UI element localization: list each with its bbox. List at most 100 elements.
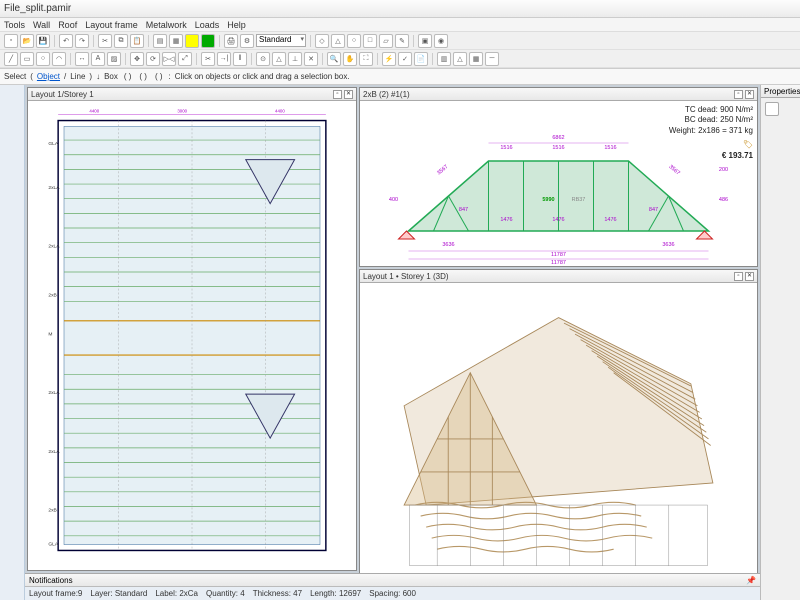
truss-icon[interactable]: △	[453, 52, 467, 66]
3d-icon[interactable]: ▣	[418, 34, 432, 48]
scale-icon[interactable]: ⤢	[178, 52, 192, 66]
svg-text:3636: 3636	[662, 242, 674, 248]
menu-metalwork[interactable]: Metalwork	[146, 20, 187, 30]
toolbar-row-1: ▫ 📂 💾 ↶ ↷ ✂ ⧉ 📋 ▤ ▦ 🖨 ⚙ Standard ◇ △ ○ □…	[0, 32, 800, 50]
tool-f-icon[interactable]: ✎	[395, 34, 409, 48]
pin-icon[interactable]: 📌	[746, 576, 756, 585]
3d-title: Layout 1 • Storey 1 (3D)	[363, 272, 449, 281]
toolbars: ▫ 📂 💾 ↶ ↷ ✂ ⧉ 📋 ▤ ▦ 🖨 ⚙ Standard ◇ △ ○ □…	[0, 32, 800, 69]
zoom-icon[interactable]: 🔍	[327, 52, 341, 66]
arc-icon[interactable]: ◠	[52, 52, 66, 66]
snap-perp-icon[interactable]: ⊥	[288, 52, 302, 66]
menu-wall[interactable]: Wall	[33, 20, 50, 30]
report-icon[interactable]: 📄	[414, 52, 428, 66]
truss-canvas[interactable]: TC dead: 900 N/m² BC dead: 250 N/m² Weig…	[360, 101, 757, 266]
select-box[interactable]: Box	[104, 72, 118, 81]
maximize-icon[interactable]: ▫	[734, 90, 743, 99]
layer-combo[interactable]: Standard	[256, 34, 306, 47]
menu-layout-frame[interactable]: Layout frame	[85, 20, 138, 30]
close-icon[interactable]: ✕	[745, 272, 754, 281]
svg-text:2xLA: 2xLA	[48, 244, 60, 250]
menu-help[interactable]: Help	[227, 20, 246, 30]
plan-canvas[interactable]: GLA2xLA 2xLA2xB M2xLA 2xLA2xB GLA 440030…	[28, 101, 356, 570]
tool-b-icon[interactable]: △	[331, 34, 345, 48]
view-icon[interactable]: ◉	[434, 34, 448, 48]
filter-icon[interactable]	[765, 102, 779, 116]
select-opt3[interactable]: ( )	[153, 72, 165, 81]
tool-d-icon[interactable]: □	[363, 34, 377, 48]
check-icon[interactable]: ✓	[398, 52, 412, 66]
svg-text:5990: 5990	[542, 197, 554, 203]
menu-loads[interactable]: Loads	[195, 20, 220, 30]
select-opt2[interactable]: ( )	[137, 72, 149, 81]
truss-info: TC dead: 900 N/m² BC dead: 250 N/m² Weig…	[669, 105, 753, 161]
left-panel[interactable]	[0, 85, 25, 600]
dim-icon[interactable]: ↔	[75, 52, 89, 66]
tool-e-icon[interactable]: ▱	[379, 34, 393, 48]
undo-icon[interactable]: ↶	[59, 34, 73, 48]
line-icon[interactable]: ╱	[4, 52, 18, 66]
viewport-3d[interactable]: Layout 1 • Storey 1 (3D) ▫ ✕	[359, 269, 758, 573]
paste-icon[interactable]: 📋	[130, 34, 144, 48]
frame-icon[interactable]: ▦	[469, 52, 483, 66]
snap-mid-icon[interactable]: △	[272, 52, 286, 66]
close-icon[interactable]: ✕	[745, 90, 754, 99]
menu-tools[interactable]: Tools	[4, 20, 25, 30]
member-icon[interactable]: ─	[485, 52, 499, 66]
copy-icon[interactable]: ⧉	[114, 34, 128, 48]
svg-text:2xB: 2xB	[48, 292, 56, 298]
main-area: Layout 1/Storey 1 ▫ ✕	[0, 85, 800, 600]
text-icon[interactable]: A	[91, 52, 105, 66]
svg-text:847: 847	[649, 207, 658, 213]
maximize-icon[interactable]: ▫	[333, 90, 342, 99]
extend-icon[interactable]: →|	[217, 52, 231, 66]
rotate-icon[interactable]: ⟳	[146, 52, 160, 66]
fit-icon[interactable]: ⛶	[359, 52, 373, 66]
3d-canvas[interactable]	[360, 283, 757, 573]
menu-bar: Tools Wall Roof Layout frame Metalwork L…	[0, 18, 800, 32]
svg-text:3636: 3636	[442, 242, 454, 248]
tool-c-icon[interactable]: ○	[347, 34, 361, 48]
hatch-icon[interactable]: ▨	[107, 52, 121, 66]
maximize-icon[interactable]: ▫	[734, 272, 743, 281]
select-mode-object[interactable]: Object	[37, 72, 60, 81]
layout-icon[interactable]: ▥	[437, 52, 451, 66]
color2-icon[interactable]	[201, 34, 215, 48]
svg-text:2xLA: 2xLA	[48, 185, 60, 191]
offset-icon[interactable]: ‖	[233, 52, 247, 66]
snap-int-icon[interactable]: ✕	[304, 52, 318, 66]
menu-roof[interactable]: Roof	[58, 20, 77, 30]
move-icon[interactable]: ✥	[130, 52, 144, 66]
circle-icon[interactable]: ○	[36, 52, 50, 66]
title-bar: File_split.pamir	[0, 0, 800, 18]
analysis-icon[interactable]: ⚡	[382, 52, 396, 66]
snap-end-icon[interactable]: ⊙	[256, 52, 270, 66]
properties-panel[interactable]: Properties 📌	[760, 85, 800, 600]
mirror-icon[interactable]: ▷◁	[162, 52, 176, 66]
status-length: Length: 12697	[310, 589, 361, 598]
color-icon[interactable]	[185, 34, 199, 48]
tool-a-icon[interactable]: ◇	[315, 34, 329, 48]
select-mode-line[interactable]: Line	[70, 72, 85, 81]
status-item: Layout frame:9	[29, 589, 82, 598]
status-layer: Layer: Standard	[90, 589, 147, 598]
print-icon[interactable]: 🖨	[224, 34, 238, 48]
rect-icon[interactable]: ▭	[20, 52, 34, 66]
viewport-plan[interactable]: Layout 1/Storey 1 ▫ ✕	[27, 87, 357, 571]
redo-icon[interactable]: ↷	[75, 34, 89, 48]
cut-icon[interactable]: ✂	[98, 34, 112, 48]
settings-icon[interactable]: ⚙	[240, 34, 254, 48]
select-hint: Click on objects or click and drag a sel…	[175, 72, 350, 81]
select-opt1[interactable]: ( )	[122, 72, 134, 81]
new-icon[interactable]: ▫	[4, 34, 18, 48]
trim-icon[interactable]: ✂	[201, 52, 215, 66]
save-icon[interactable]: 💾	[36, 34, 50, 48]
viewport-truss[interactable]: 2xB (2) #1(1) ▫ ✕ TC dead: 900 N/m² BC d…	[359, 87, 758, 267]
grid-icon[interactable]: ▦	[169, 34, 183, 48]
close-icon[interactable]: ✕	[344, 90, 353, 99]
open-icon[interactable]: 📂	[20, 34, 34, 48]
pan-icon[interactable]: ✋	[343, 52, 357, 66]
notifications-bar[interactable]: Notifications 📌	[25, 573, 760, 586]
properties-title: Properties	[764, 87, 800, 96]
layer-icon[interactable]: ▤	[153, 34, 167, 48]
